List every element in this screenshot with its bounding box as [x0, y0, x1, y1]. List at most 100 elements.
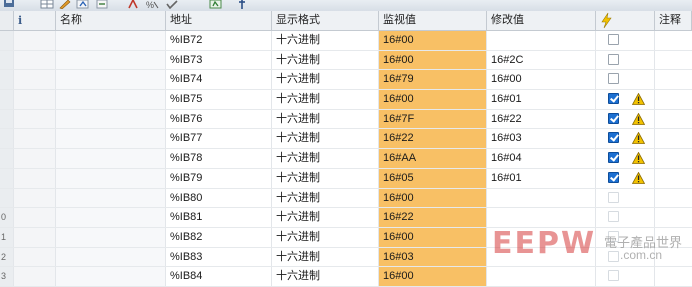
info-cell[interactable]: [14, 208, 56, 227]
display-format-cell[interactable]: 十六进制: [272, 188, 379, 208]
address-cell[interactable]: %IB84: [166, 267, 272, 286]
comment-cell[interactable]: [655, 110, 692, 129]
save-icon[interactable]: [2, 0, 16, 9]
modify-value-cell[interactable]: [487, 267, 596, 286]
modify-checkbox[interactable]: [608, 230, 619, 242]
address-cell[interactable]: %IB83: [166, 247, 272, 267]
display-format-cell[interactable]: 十六进制: [272, 109, 379, 129]
table-row[interactable]: %IB77 十六进制 16#22 16#03: [0, 129, 692, 150]
modify-value-cell[interactable]: [487, 227, 596, 247]
info-cell[interactable]: [14, 129, 56, 149]
name-cell[interactable]: [56, 109, 166, 129]
address-cell[interactable]: %IB82: [166, 227, 272, 247]
name-cell[interactable]: [56, 31, 166, 50]
modify-checkbox[interactable]: [608, 250, 619, 262]
table-row[interactable]: %IB73 十六进制 16#00 16#2C: [0, 50, 692, 71]
table-row[interactable]: 1 %IB82 十六进制 16#00: [0, 227, 692, 248]
modify-checkbox[interactable]: [608, 152, 619, 164]
modify-checkbox[interactable]: [608, 73, 619, 85]
modify-value-cell[interactable]: 16#2C: [487, 50, 596, 70]
address-cell[interactable]: %IB78: [166, 149, 272, 168]
comment-cell[interactable]: [655, 70, 692, 89]
modify-checkbox[interactable]: [608, 211, 619, 223]
name-cell[interactable]: [56, 50, 166, 70]
modify-value-cell[interactable]: [487, 247, 596, 267]
address-cell[interactable]: %IB74: [166, 70, 272, 90]
table-row[interactable]: %IB74 十六进制 16#79 16#00: [0, 70, 692, 91]
modify-checkbox[interactable]: [608, 112, 619, 124]
info-cell[interactable]: [14, 70, 56, 90]
comment-cell[interactable]: [655, 228, 692, 247]
table-row[interactable]: %IB79 十六进制 16#05 16#01: [0, 168, 692, 189]
info-cell[interactable]: [14, 247, 56, 267]
name-cell[interactable]: [56, 90, 166, 109]
header-info[interactable]: i: [14, 11, 56, 30]
comment-cell[interactable]: [655, 189, 692, 208]
header-address[interactable]: 地址: [166, 11, 272, 30]
modify-icon[interactable]: [126, 0, 140, 9]
table-row[interactable]: 2 %IB83 十六进制 16#03: [0, 247, 692, 268]
modify-value-cell[interactable]: [487, 208, 596, 227]
comment-cell[interactable]: [655, 169, 692, 188]
name-cell[interactable]: [56, 168, 166, 188]
display-format-cell[interactable]: 十六进制: [272, 267, 379, 286]
display-format-cell[interactable]: 十六进制: [272, 208, 379, 227]
modify-value-cell[interactable]: [487, 31, 596, 50]
address-cell[interactable]: %IB79: [166, 168, 272, 188]
address-cell[interactable]: %IB72: [166, 31, 272, 50]
address-cell[interactable]: %IB76: [166, 109, 272, 129]
table-row[interactable]: %IB78 十六进制 16#AA 16#04: [0, 149, 692, 169]
refresh-icon[interactable]: [76, 0, 90, 9]
check-icon[interactable]: [165, 0, 179, 9]
display-format-cell[interactable]: 十六进制: [272, 149, 379, 168]
table-row[interactable]: %IB76 十六进制 16#7F 16#22: [0, 109, 692, 130]
modify-checkbox[interactable]: [608, 171, 619, 183]
header-display-format[interactable]: 显示格式: [272, 11, 379, 30]
name-cell[interactable]: [56, 208, 166, 227]
modify-checkbox[interactable]: [608, 191, 619, 203]
name-cell[interactable]: [56, 129, 166, 149]
address-cell[interactable]: %IB81: [166, 208, 272, 227]
address-cell[interactable]: %IB80: [166, 188, 272, 208]
address-cell[interactable]: %IB77: [166, 129, 272, 149]
display-format-cell[interactable]: 十六进制: [272, 227, 379, 247]
modify-value-cell[interactable]: 16#22: [487, 109, 596, 129]
table-row[interactable]: 0 %IB81 十六进制 16#22: [0, 208, 692, 228]
header-modify-value[interactable]: 修改值: [487, 11, 596, 30]
comment-cell[interactable]: [655, 51, 692, 70]
name-cell[interactable]: [56, 188, 166, 208]
modify-value-cell[interactable]: [487, 188, 596, 208]
comment-cell[interactable]: [655, 129, 692, 148]
address-cell[interactable]: %IB75: [166, 90, 272, 109]
comment-cell[interactable]: [655, 90, 692, 109]
edit-icon[interactable]: [58, 0, 72, 9]
comment-cell[interactable]: [655, 267, 692, 286]
info-cell[interactable]: [14, 267, 56, 286]
display-format-cell[interactable]: 十六进制: [272, 31, 379, 50]
comment-cell[interactable]: [655, 248, 692, 267]
info-cell[interactable]: [14, 227, 56, 247]
comment-cell[interactable]: [655, 208, 692, 227]
display-format-cell[interactable]: 十六进制: [272, 70, 379, 90]
modify-value-cell[interactable]: 16#01: [487, 168, 596, 188]
grid-icon[interactable]: [40, 0, 54, 9]
header-monitor-value[interactable]: 监视值: [379, 11, 487, 30]
modify-checkbox[interactable]: [608, 93, 619, 105]
name-cell[interactable]: [56, 70, 166, 90]
table-row[interactable]: %IB72 十六进制 16#00: [0, 31, 692, 51]
header-comment[interactable]: 注释: [655, 11, 692, 30]
modify-value-cell[interactable]: 16#01: [487, 90, 596, 109]
info-cell[interactable]: [14, 31, 56, 50]
info-cell[interactable]: [14, 168, 56, 188]
modify-checkbox[interactable]: [608, 270, 619, 282]
table-row[interactable]: %IB80 十六进制 16#00: [0, 188, 692, 209]
display-format-cell[interactable]: 十六进制: [272, 247, 379, 267]
header-name[interactable]: 名称: [56, 11, 166, 30]
modify-value-cell[interactable]: 16#00: [487, 70, 596, 90]
modify-value-cell[interactable]: 16#03: [487, 129, 596, 149]
display-format-cell[interactable]: 十六进制: [272, 168, 379, 188]
header-modify-flag[interactable]: [596, 11, 655, 30]
info-cell[interactable]: [14, 149, 56, 168]
modify-checkbox[interactable]: [608, 132, 619, 144]
modify-checkbox[interactable]: [608, 34, 619, 45]
